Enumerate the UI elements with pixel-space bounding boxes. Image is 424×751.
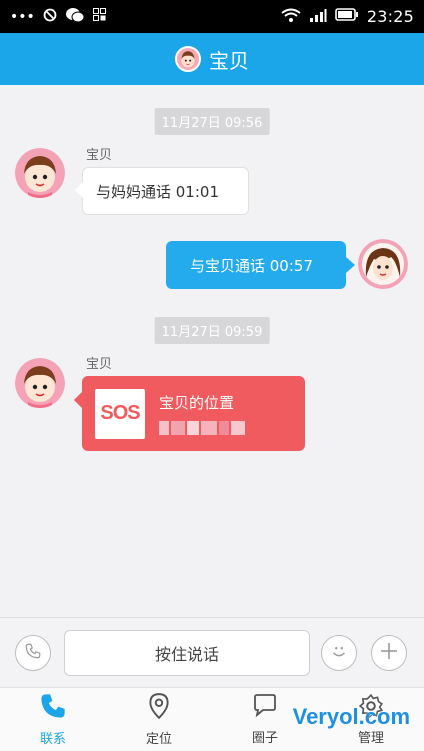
wechat-icon <box>65 7 85 27</box>
status-bar: ••• 23:25 <box>0 0 424 33</box>
grid-icon <box>92 8 106 25</box>
tab-label: 联系 <box>39 732 66 747</box>
status-right: 23:25 <box>281 7 414 26</box>
page-title: 宝贝 <box>209 48 249 73</box>
signal-icon <box>309 8 327 26</box>
sender-name: 宝贝 <box>86 357 113 372</box>
input-bar: 按住说话 <box>0 617 424 687</box>
notification-dots: ••• <box>10 8 35 25</box>
sender-name: 宝贝 <box>86 148 113 163</box>
add-button[interactable] <box>371 635 407 671</box>
child-avatar[interactable] <box>15 358 65 408</box>
child-avatar-icon[interactable] <box>175 46 201 72</box>
location-pin-icon <box>146 692 172 724</box>
wifi-icon <box>281 8 301 26</box>
voice-call-button[interactable] <box>15 635 51 671</box>
status-time: 23:25 <box>366 7 414 26</box>
plus-icon <box>379 641 399 665</box>
emoji-button[interactable] <box>321 635 357 671</box>
smiley-icon <box>328 640 350 666</box>
hold-to-talk-button[interactable]: 按住说话 <box>64 630 310 676</box>
mom-avatar[interactable] <box>358 239 408 289</box>
sos-location-bubble[interactable]: SOS 宝贝的位置 <box>74 376 305 451</box>
tab-label: 圈子 <box>251 731 278 746</box>
outgoing-call-bubble[interactable]: 与宝贝通话 00:57 <box>166 241 355 289</box>
chat-area[interactable]: 11月27日 09:56 宝贝 与妈妈通话 01:01 与宝贝通话 00:57 … <box>0 85 424 617</box>
phone-icon <box>24 642 42 664</box>
block-icon <box>43 8 57 26</box>
status-left: ••• <box>10 7 106 27</box>
sos-icon: SOS <box>95 388 145 439</box>
time-separator: 11月27日 09:56 <box>154 108 270 135</box>
chat-bubble-icon <box>251 693 279 723</box>
tab-label: 定位 <box>145 732 172 747</box>
watermark: Veryol.com <box>292 704 410 729</box>
blurred-address <box>159 421 245 435</box>
battery-icon <box>335 8 359 25</box>
title-bar: 宝贝 <box>0 33 424 85</box>
call-record-text: 与宝贝通话 00:57 <box>190 256 313 275</box>
sos-content: 宝贝的位置 <box>159 392 245 435</box>
incoming-call-bubble[interactable]: 与妈妈通话 01:01 <box>75 167 249 215</box>
time-separator: 11月27日 09:59 <box>154 317 270 344</box>
phone-icon <box>39 692 67 724</box>
tab-contact[interactable]: 联系 <box>0 688 106 751</box>
sos-title: 宝贝的位置 <box>159 394 235 412</box>
tab-location[interactable]: 定位 <box>106 688 212 751</box>
child-avatar[interactable] <box>15 148 65 198</box>
call-record-text: 与妈妈通话 01:01 <box>96 182 219 201</box>
